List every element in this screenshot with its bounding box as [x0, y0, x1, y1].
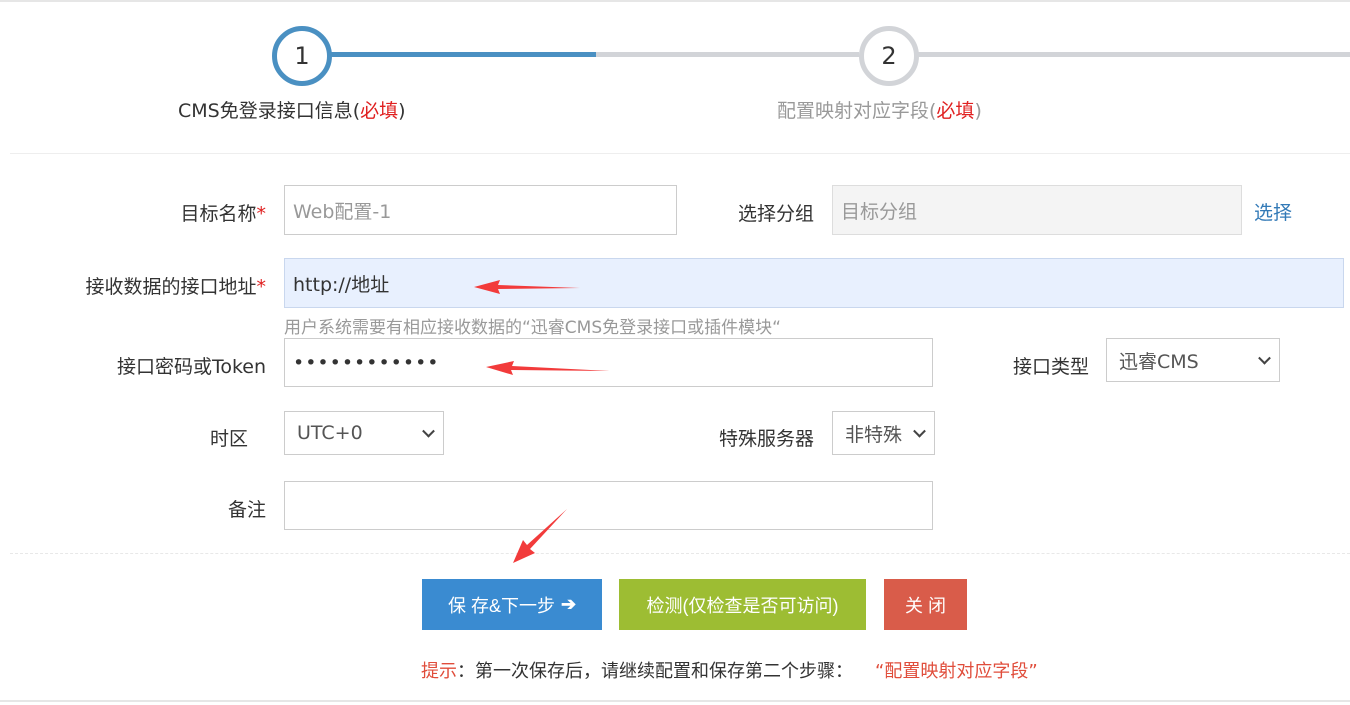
step-2-label: 配置映射对应字段(必填) [777, 100, 982, 122]
form-divider [10, 553, 1350, 554]
timezone-select[interactable]: UTC+0 [284, 411, 444, 455]
step-1-circle[interactable]: 1 [272, 26, 332, 86]
special-server-label: 特殊服务器 [718, 428, 814, 450]
api-type-select[interactable]: 迅睿CMS [1106, 338, 1280, 382]
annotation-arrow-icon [513, 509, 567, 563]
token-label: 接口密码或Token [116, 356, 266, 378]
top-border [0, 0, 1350, 2]
group-label: 选择分组 [737, 203, 814, 225]
select-group-link[interactable]: 选择 [1254, 198, 1292, 225]
annotation-arrow-icon [486, 361, 610, 375]
tip-text: 提示：第一次保存后，请继续配置和保存第二个步骤： “配置映射对应字段” [421, 661, 1038, 682]
group-input[interactable]: 目标分组 [832, 185, 1242, 235]
timezone-label: 时区 [209, 428, 248, 450]
close-button[interactable]: 关 闭 [884, 579, 967, 630]
chevron-down-icon [913, 424, 926, 438]
endpoint-label: 接收数据的接口地址* [85, 276, 266, 298]
endpoint-hint: 用户系统需要有相应接收数据的“迅睿CMS免登录接口或插件模块“ [284, 318, 781, 338]
save-next-button[interactable]: 保 存&下一步 ➔ [422, 579, 602, 630]
step-2-circle[interactable]: 2 [859, 26, 919, 86]
note-input[interactable] [284, 481, 933, 530]
chevron-down-icon [1258, 351, 1271, 365]
endpoint-input[interactable]: http://地址 [284, 258, 1344, 308]
step-1-label: CMS免登录接口信息(必填) [178, 100, 406, 122]
chevron-down-icon [422, 424, 435, 438]
annotation-arrow-icon [474, 280, 580, 294]
note-label: 备注 [227, 499, 266, 521]
stepper-divider [10, 153, 1350, 154]
api-type-label: 接口类型 [1012, 356, 1089, 378]
step-track-pending-2 [918, 52, 1350, 57]
step-track-pending [596, 52, 859, 57]
special-server-select[interactable]: 非特殊 [832, 411, 935, 455]
target-name-input[interactable]: Web配置-1 [284, 185, 677, 235]
arrow-right-icon: ➔ [560, 594, 577, 614]
target-name-label: 目标名称* [180, 203, 266, 225]
check-button[interactable]: 检测(仅检查是否可访问) [619, 579, 866, 630]
bottom-border [0, 700, 1350, 702]
step-track-complete [330, 52, 596, 57]
